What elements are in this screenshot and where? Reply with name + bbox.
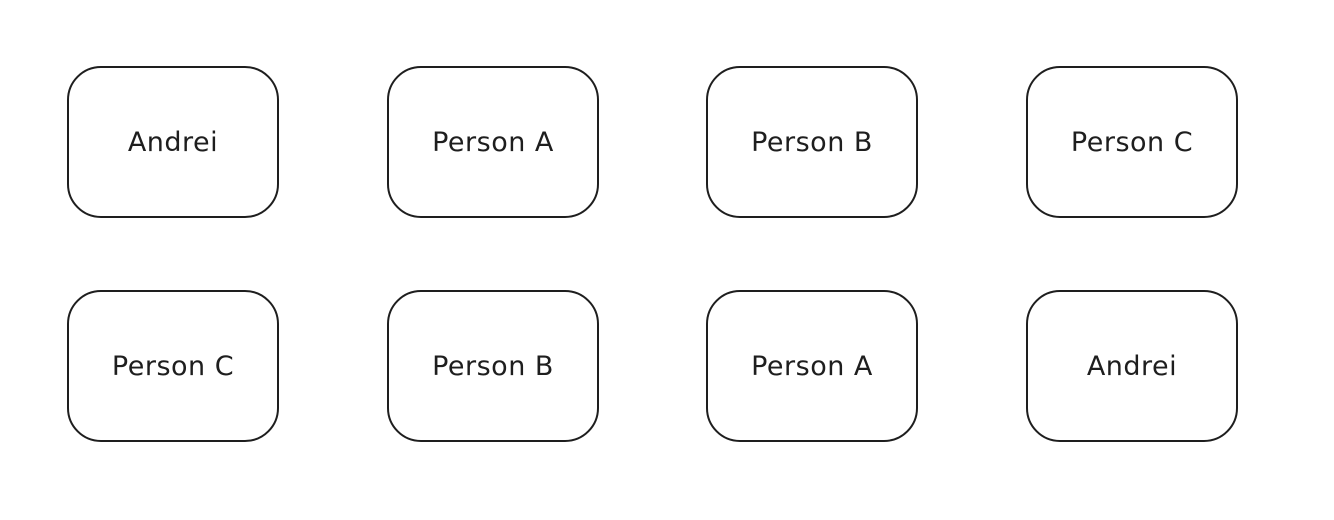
node-label: Andrei xyxy=(127,126,219,158)
node-label: Person A xyxy=(751,350,873,382)
node-label: Person C xyxy=(111,350,235,382)
node-box[interactable]: Person B xyxy=(706,66,918,218)
node-label: Person A xyxy=(432,126,554,158)
node-box[interactable]: Andrei xyxy=(67,66,279,218)
diagram-canvas: Andrei Person A Person B Person C Person… xyxy=(0,0,1334,520)
node-box[interactable]: Person A xyxy=(387,66,599,218)
node-label: Andrei xyxy=(1086,350,1178,382)
node-label: Person C xyxy=(1070,126,1194,158)
node-box[interactable]: Person C xyxy=(1026,66,1238,218)
node-box[interactable]: Person C xyxy=(67,290,279,442)
node-box[interactable]: Person B xyxy=(387,290,599,442)
node-label: Person B xyxy=(751,126,873,158)
node-box[interactable]: Andrei xyxy=(1026,290,1238,442)
node-box[interactable]: Person A xyxy=(706,290,918,442)
node-label: Person B xyxy=(432,350,554,382)
